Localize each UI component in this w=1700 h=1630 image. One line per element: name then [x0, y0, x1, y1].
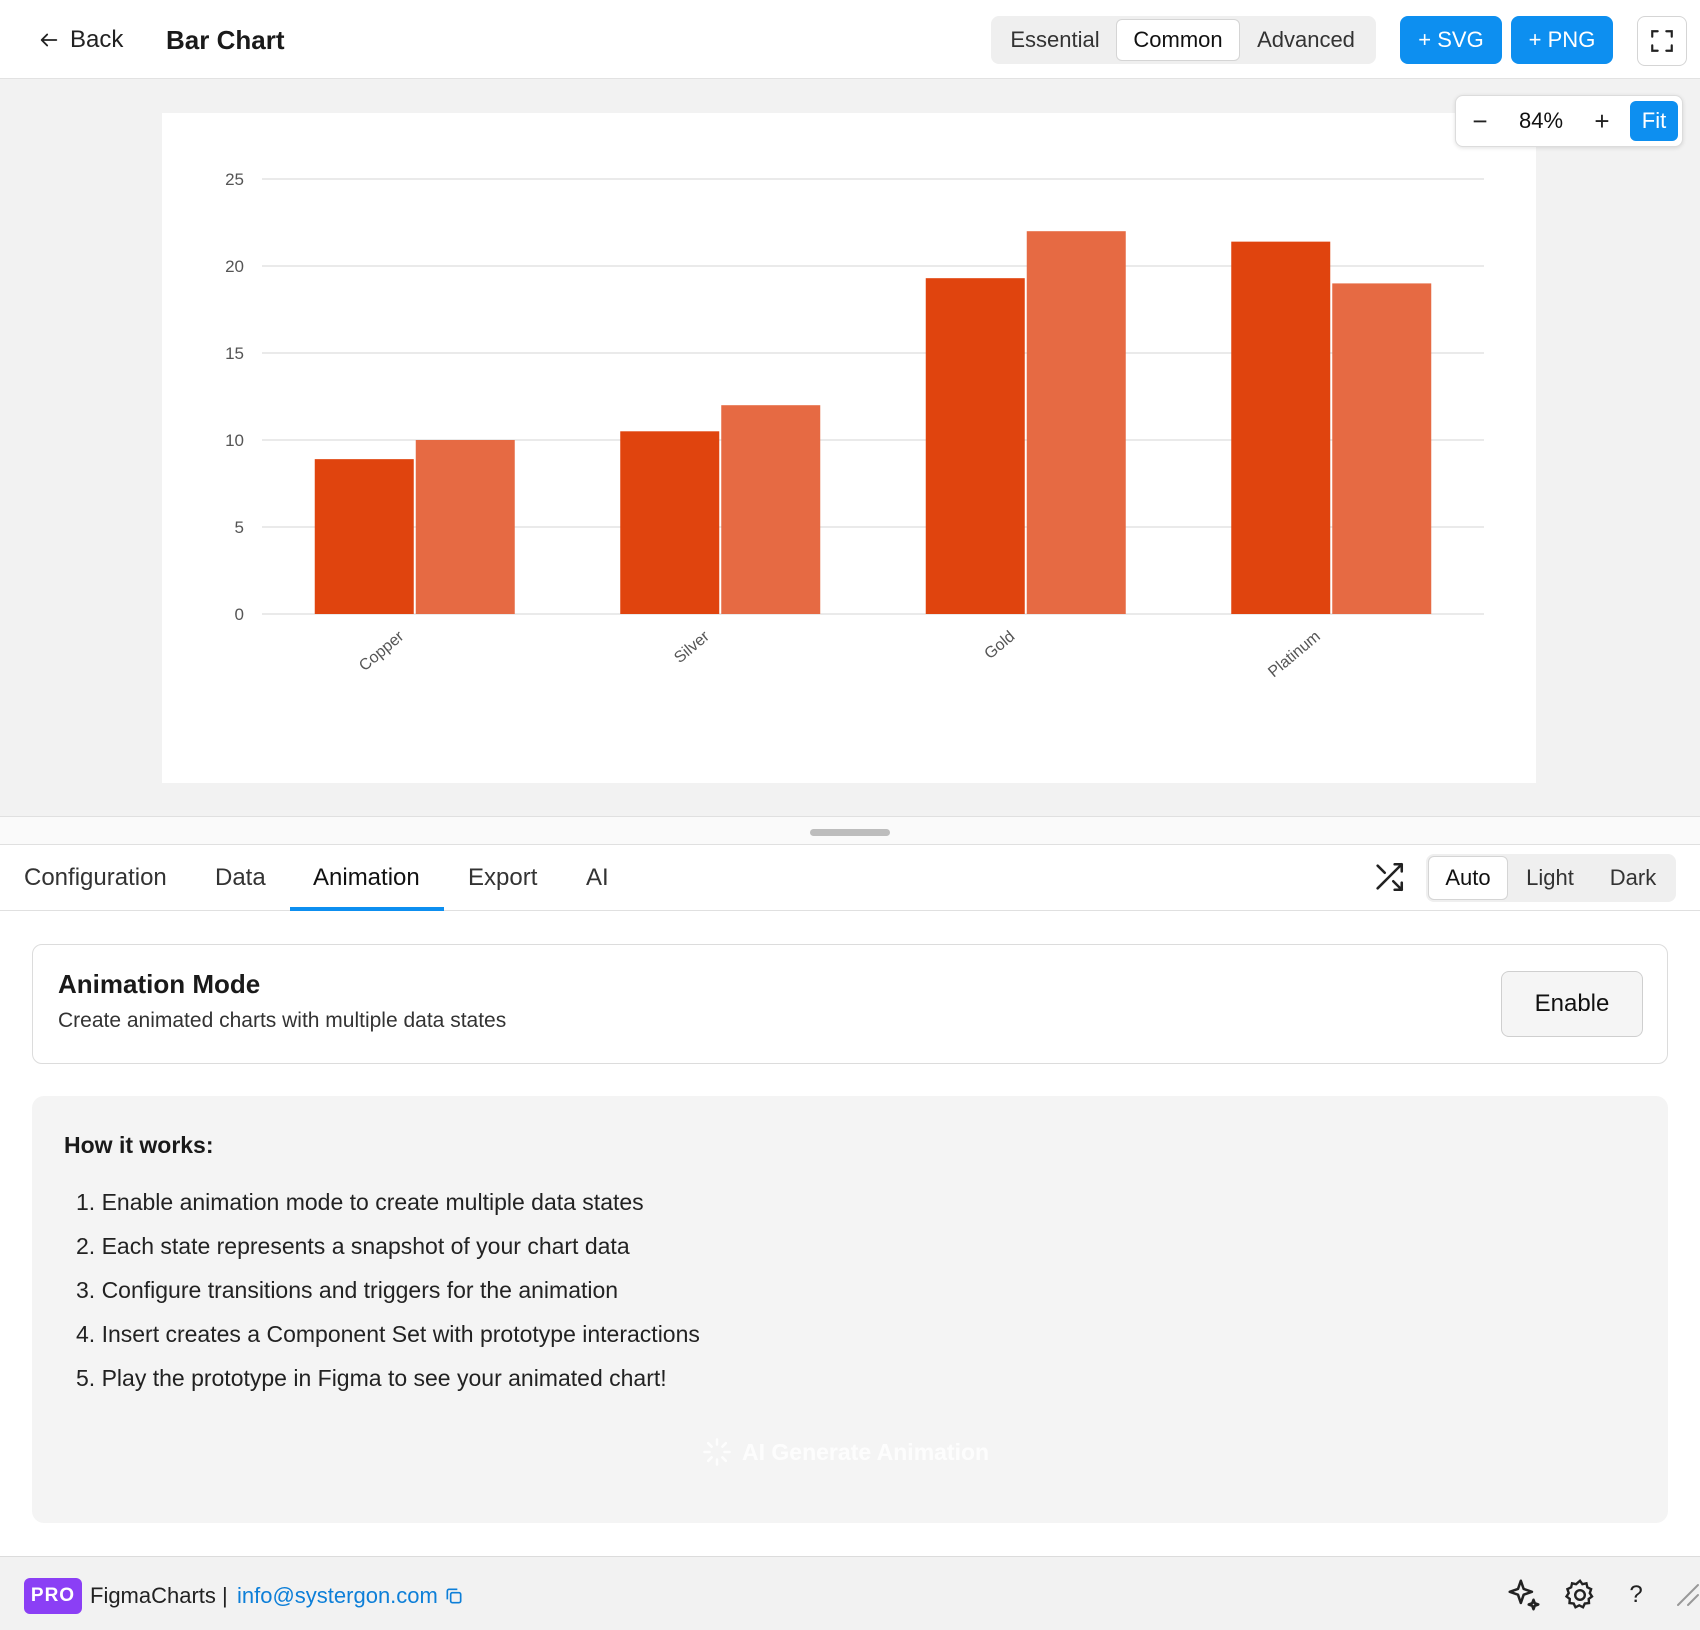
- bar: [1332, 283, 1432, 614]
- y-tick-label: 15: [225, 344, 244, 363]
- complexity-advanced[interactable]: Advanced: [1240, 19, 1372, 61]
- how-it-works-steps: 1. Enable animation mode to create multi…: [76, 1180, 700, 1400]
- shuffle-button[interactable]: [1369, 857, 1409, 897]
- step-item: 3. Configure transitions and triggers fo…: [76, 1277, 619, 1303]
- chart-canvas: 0 5 10 15 20 25 Copper Silver Gold Platinum − 84%…: [0, 79, 1700, 816]
- y-tick-label: 25: [225, 170, 244, 189]
- window-resize-grip-icon[interactable]: [1674, 1579, 1700, 1609]
- zoom-level: 84%: [1518, 108, 1564, 133]
- bar: [1231, 241, 1331, 614]
- step-item: 1. Enable animation mode to create multi…: [76, 1189, 644, 1215]
- help-button[interactable]: ?: [1616, 1575, 1656, 1615]
- settings-button[interactable]: [1560, 1575, 1600, 1615]
- resize-handle[interactable]: [810, 829, 890, 836]
- x-tick-label: Platinum: [1265, 628, 1324, 681]
- ai-sparkle-button[interactable]: [1504, 1575, 1544, 1615]
- bar: [415, 440, 515, 614]
- fullscreen-button[interactable]: [1637, 16, 1687, 66]
- zoom-out-button[interactable]: −: [1456, 99, 1504, 143]
- enable-animation-button[interactable]: Enable: [1501, 971, 1643, 1037]
- shuffle-icon: [1376, 862, 1404, 892]
- x-tick-label: Silver: [671, 628, 713, 667]
- tab-configuration[interactable]: Configuration: [24, 845, 167, 911]
- support-email-link[interactable]: info@systergon.com: [237, 1580, 438, 1612]
- pro-badge: PRO: [24, 1578, 82, 1614]
- animation-mode-description: Create animated charts with multiple dat…: [58, 1009, 507, 1032]
- tab-export[interactable]: Export: [468, 845, 537, 911]
- x-tick-label: Gold: [982, 628, 1019, 663]
- complexity-essential[interactable]: Essential: [994, 19, 1116, 61]
- active-tab-indicator: [290, 907, 444, 911]
- theme-dark[interactable]: Dark: [1592, 856, 1674, 900]
- panel-tabs: Configuration Data Animation Export AI A…: [0, 845, 1700, 911]
- theme-selector: Auto Light Dark: [1426, 854, 1676, 902]
- theme-auto[interactable]: Auto: [1428, 856, 1508, 900]
- how-it-works-title: How it works:: [64, 1132, 214, 1158]
- gear-icon: [1564, 1578, 1594, 1609]
- step-item: 2. Each state represents a snapshot of y…: [76, 1233, 630, 1259]
- zoom-control: − 84% + Fit: [1455, 95, 1683, 147]
- zoom-in-button[interactable]: +: [1578, 99, 1626, 143]
- tab-animation[interactable]: Animation: [313, 845, 420, 911]
- ai-generate-animation-button[interactable]: AI Generate Animation: [702, 1432, 989, 1472]
- bar: [1026, 231, 1126, 614]
- ai-generate-label: AI Generate Animation: [742, 1438, 990, 1465]
- animation-mode-card: Animation Mode Create animated charts wi…: [32, 944, 1668, 1064]
- bar-chart: 0 5 10 15 20 25 Copper Silver Gold Platinum: [225, 170, 1484, 681]
- y-tick-label: 5: [235, 518, 244, 537]
- tab-ai[interactable]: AI: [586, 845, 609, 911]
- chart-card: 0 5 10 15 20 25 Copper Silver Gold Platinum: [162, 113, 1536, 783]
- footer: PRO FigmaCharts | info@systergon.com ?: [0, 1556, 1700, 1630]
- bar: [925, 278, 1025, 614]
- tab-data[interactable]: Data: [215, 845, 266, 911]
- insert-png-button[interactable]: + PNG: [1511, 16, 1613, 64]
- y-tick-label: 10: [225, 431, 244, 450]
- theme-light[interactable]: Light: [1508, 856, 1592, 900]
- bar: [314, 459, 414, 614]
- complexity-selector: Essential Common Advanced: [991, 16, 1376, 64]
- top-bar: Back Bar Chart Essential Common Advanced…: [0, 0, 1700, 79]
- arrow-left-icon: [40, 33, 58, 47]
- animation-mode-title: Animation Mode: [58, 969, 261, 999]
- page-title: Bar Chart: [166, 25, 285, 55]
- bar: [721, 405, 821, 614]
- back-button[interactable]: Back: [38, 22, 123, 58]
- sparkles-icon: [1508, 1579, 1540, 1611]
- brand-separator: |: [222, 1583, 228, 1608]
- copy-icon[interactable]: [444, 1586, 464, 1606]
- brand-name: FigmaCharts: [90, 1583, 216, 1608]
- insert-svg-button[interactable]: + SVG: [1400, 16, 1502, 64]
- loading-spinner-icon: [703, 1438, 731, 1466]
- back-label: Back: [70, 26, 124, 53]
- x-tick-label: Copper: [356, 628, 408, 675]
- complexity-common[interactable]: Common: [1116, 19, 1240, 61]
- fullscreen-icon: [1651, 30, 1673, 52]
- y-tick-label: 0: [235, 605, 244, 624]
- step-item: 4. Insert creates a Component Set with p…: [76, 1321, 700, 1347]
- zoom-fit-button[interactable]: Fit: [1630, 101, 1678, 141]
- how-it-works-panel: How it works: 1. Enable animation mode t…: [32, 1096, 1668, 1523]
- step-item: 5. Play the prototype in Figma to see yo…: [76, 1365, 667, 1391]
- panel-splitter: [0, 816, 1700, 845]
- bar: [620, 431, 720, 614]
- y-tick-label: 20: [225, 257, 244, 276]
